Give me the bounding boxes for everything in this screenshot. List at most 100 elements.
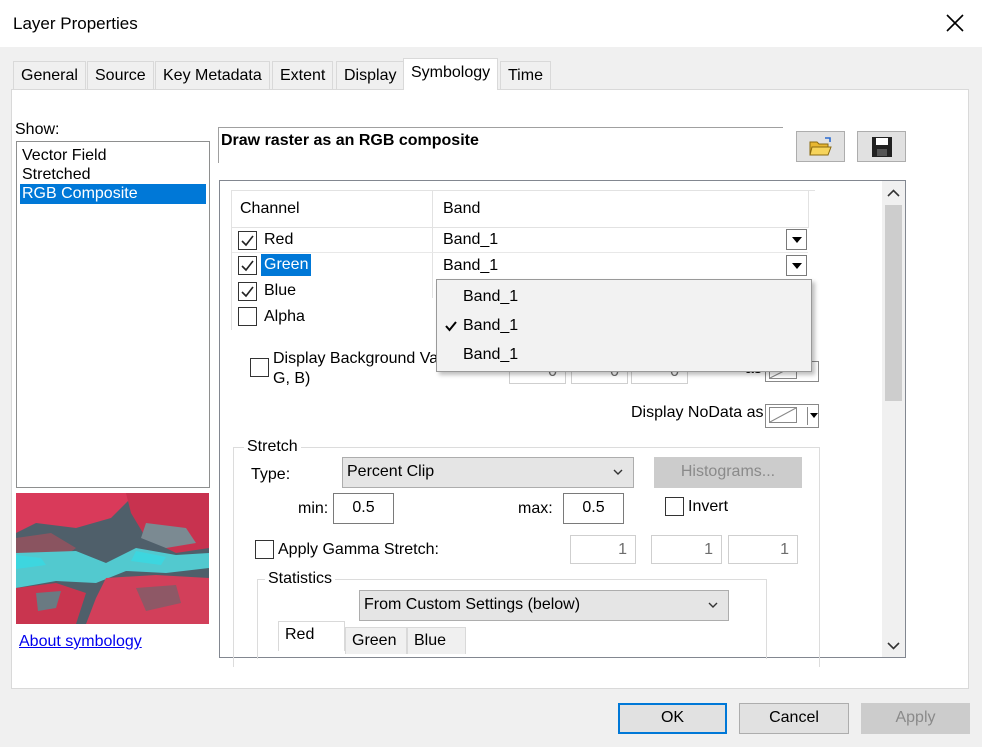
min-input[interactable]: 0.5 (333, 493, 394, 524)
stretch-type-label: Type: (251, 466, 291, 483)
band-option[interactable]: Band_1 (463, 288, 518, 306)
band-option[interactable]: Band_1 (463, 346, 518, 364)
tab-label: Extent (280, 67, 326, 84)
stats-tab-blue[interactable]: Blue (407, 627, 466, 654)
show-label: Show: (15, 121, 60, 138)
open-layer-file-button[interactable] (796, 131, 845, 162)
field-value: 0.5 (582, 499, 605, 516)
window-title: Layer Properties (13, 14, 138, 33)
band-header: Band (443, 200, 481, 217)
field-value: 0.5 (352, 499, 375, 516)
scrollbar-thumb[interactable] (885, 205, 902, 401)
green-band-dropdown-button[interactable] (786, 255, 807, 276)
red-channel-checkbox[interactable] (238, 231, 257, 250)
max-label: max: (518, 500, 553, 517)
field-value: 1 (780, 541, 789, 558)
tab-label: Blue (414, 632, 447, 649)
about-symbology-link[interactable]: About symbology (19, 633, 142, 651)
histograms-button[interactable]: Histograms... (654, 457, 802, 488)
cancel-button[interactable]: Cancel (739, 703, 849, 734)
invert-label: Invert (688, 498, 729, 515)
list-item-vector-field[interactable]: Vector Field (20, 146, 106, 166)
list-item-rgb-composite[interactable]: RGB Composite (20, 184, 206, 204)
nodata-color-picker[interactable] (765, 404, 819, 428)
renderer-list[interactable]: Vector Field Stretched RGB Composite (16, 141, 210, 488)
list-item-stretched[interactable]: Stretched (20, 165, 90, 185)
gamma-b-field[interactable]: 1 (728, 535, 798, 564)
band-dropdown-list[interactable]: Band_1 Band_1 Band_1 (436, 279, 812, 372)
table-divider (232, 227, 808, 228)
green-channel-label: Green (261, 254, 312, 276)
tab-display[interactable]: Display (336, 61, 405, 89)
tab-label: Time (508, 67, 543, 84)
button-label: Cancel (769, 709, 819, 726)
display-background-label: Display Background Va (273, 350, 439, 367)
display-background-label-cont: G, B) (273, 370, 311, 387)
renderer-heading-box: Draw raster as an RGB composite (218, 127, 783, 163)
tab-label: Green (352, 632, 397, 649)
red-band-dropdown-button[interactable] (786, 229, 807, 250)
ok-button[interactable]: OK (618, 703, 727, 734)
gamma-r-field[interactable]: 1 (570, 535, 636, 564)
close-icon[interactable] (942, 10, 968, 36)
vertical-scrollbar[interactable] (882, 181, 905, 657)
tab-label: Symbology (411, 64, 491, 81)
field-value: 1 (704, 541, 713, 558)
tab-label: General (21, 67, 78, 84)
button-label: OK (660, 709, 685, 726)
tab-label: Key Metadata (163, 67, 262, 84)
layer-properties-dialog: Layer Properties General Source Key Meta… (0, 0, 982, 747)
alpha-channel-checkbox[interactable] (238, 307, 257, 326)
statistics-source-value: From Custom Settings (below) (364, 596, 581, 613)
apply-button[interactable]: Apply (861, 703, 970, 734)
statistics-source-select[interactable]: From Custom Settings (below) (359, 590, 729, 621)
nodata-label: Display NoData as (631, 404, 764, 421)
title-bar: Layer Properties (0, 0, 982, 47)
statistics-group-label: Statistics (265, 570, 336, 588)
gamma-g-field[interactable]: 1 (651, 535, 722, 564)
gamma-stretch-label: Apply Gamma Stretch: (278, 541, 439, 558)
max-input[interactable]: 0.5 (563, 493, 624, 524)
checkmark-icon (445, 321, 457, 332)
raster-preview-image (16, 493, 209, 624)
chevron-down-icon (810, 413, 818, 418)
stats-tab-red[interactable]: Red (278, 621, 345, 651)
green-band-value[interactable]: Band_1 (443, 257, 498, 275)
tab-time[interactable]: Time (500, 61, 551, 89)
stretch-type-value: Percent Clip (347, 463, 435, 480)
red-channel-label: Red (264, 231, 294, 248)
tab-source[interactable]: Source (87, 61, 154, 89)
tab-key-metadata[interactable]: Key Metadata (155, 61, 270, 89)
invert-checkbox[interactable] (665, 497, 684, 516)
scroll-up-icon[interactable] (887, 187, 900, 200)
field-value: 1 (618, 541, 627, 558)
red-band-value[interactable]: Band_1 (443, 231, 498, 249)
blue-channel-checkbox[interactable] (238, 282, 257, 301)
gamma-stretch-checkbox[interactable] (255, 540, 274, 559)
checkmark-icon (241, 286, 254, 298)
open-folder-icon (809, 137, 832, 156)
save-layer-file-button[interactable] (857, 131, 906, 162)
alpha-channel-label: Alpha (264, 308, 305, 325)
tab-label: Display (344, 67, 397, 84)
table-divider (808, 190, 809, 228)
table-divider (232, 252, 808, 253)
stats-tab-green[interactable]: Green (345, 627, 407, 654)
green-channel-checkbox[interactable] (238, 256, 257, 275)
tab-extent[interactable]: Extent (272, 61, 334, 89)
save-disk-icon (872, 137, 892, 157)
renderer-heading: Draw raster as an RGB composite (221, 132, 479, 149)
tab-symbology[interactable]: Symbology (403, 58, 499, 90)
table-divider (432, 190, 433, 298)
divider (807, 407, 808, 425)
checkmark-icon (241, 260, 254, 272)
band-option-selected[interactable]: Band_1 (463, 317, 518, 335)
button-label: Histograms... (680, 463, 776, 480)
scroll-down-icon[interactable] (887, 639, 900, 652)
stretch-type-select[interactable]: Percent Clip (342, 457, 634, 488)
tab-general[interactable]: General (13, 61, 86, 89)
display-background-checkbox[interactable] (250, 358, 269, 377)
blue-channel-label: Blue (264, 282, 297, 299)
no-color-swatch-icon (769, 407, 797, 423)
tab-label: Red (285, 626, 315, 643)
